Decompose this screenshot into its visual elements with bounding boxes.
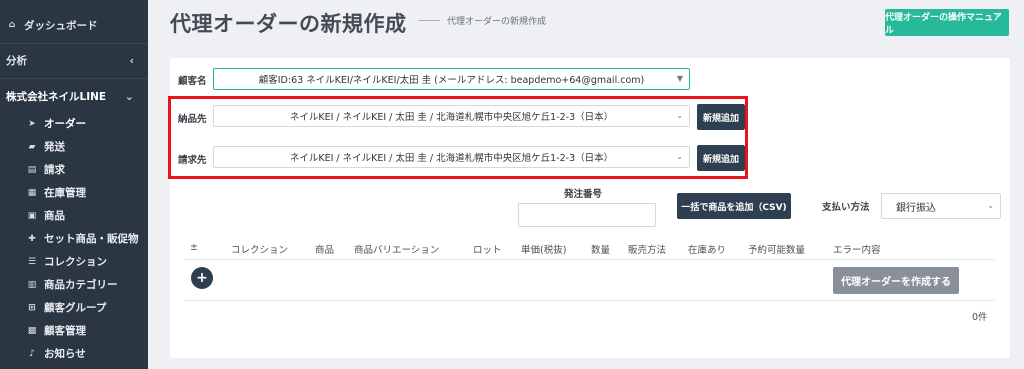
sidebar-item-label: 発送 <box>44 141 65 153</box>
page-title: 代理オーダーの新規作成 <box>170 12 407 36</box>
sidebar-item-customer[interactable]: ▩ 顧客管理 <box>0 319 148 342</box>
sidebar-item-label: お知らせ <box>44 348 86 360</box>
sidebar-item-label: 商品 <box>44 210 65 222</box>
add-row-button[interactable]: + <box>191 267 213 289</box>
column-header-lot: ロット <box>473 245 502 256</box>
sidebar-item-notice[interactable]: ♪ お知らせ <box>0 342 148 365</box>
column-header-error: エラー内容 <box>833 245 881 256</box>
sidebar-item-label: セット商品・販促物 <box>44 233 139 245</box>
sidebar-item-label: 顧客管理 <box>44 325 86 337</box>
sidebar-divider <box>0 43 148 44</box>
order-number-input[interactable] <box>518 203 656 227</box>
home-icon: ⌂ <box>8 20 16 30</box>
sidebar-group-company[interactable]: 株式会社ネイルLINE ⌄ <box>0 81 148 111</box>
column-header-variation: 商品バリエーション <box>354 245 440 256</box>
gift-icon: ✚ <box>28 233 36 244</box>
column-header-sort[interactable]: ± <box>190 242 198 253</box>
sitemap-icon: ⊞ <box>28 302 36 313</box>
sidebar-item-invoice[interactable]: ▤ 請求 <box>0 158 148 181</box>
plus-icon: + <box>196 270 208 286</box>
create-order-button[interactable]: 代理オーダーを作成する <box>833 267 959 294</box>
sidebar-item-products[interactable]: ▣ 商品 <box>0 204 148 227</box>
highlight-box <box>168 96 748 179</box>
list-icon: ☰ <box>27 256 37 267</box>
customer-select-value: 顧客ID:63 ネイルKEI/ネイルKEI/太田 圭 (メールアドレス: bea… <box>258 75 645 86</box>
sidebar: ⌂ ダッシュボード 分析 ‹ 株式会社ネイルLINE ⌄ ➤ オーダー ▰ 発送… <box>0 0 148 369</box>
payment-method-value: 銀行振込 <box>896 202 936 214</box>
table-divider <box>185 259 995 260</box>
sidebar-group-label: 株式会社ネイルLINE <box>6 90 107 103</box>
column-header-collection: コレクション <box>231 245 289 256</box>
order-number-label: 発注番号 <box>564 189 603 200</box>
sidebar-item-shipping[interactable]: ▰ 発送 <box>0 135 148 158</box>
sidebar-item-dashboard[interactable]: ⌂ ダッシュボード <box>0 12 148 38</box>
truck-icon: ▰ <box>28 141 36 152</box>
column-header-sales-method: 販売方法 <box>628 245 667 256</box>
sidebar-item-order[interactable]: ➤ オーダー <box>0 112 148 135</box>
manual-button[interactable]: 代理オーダーの操作マニュアル <box>885 9 1009 36</box>
table-divider <box>185 300 995 301</box>
grid-icon: ▥ <box>27 279 37 290</box>
sidebar-item-set-products[interactable]: ✚ セット商品・販促物 <box>0 227 148 250</box>
chevron-down-icon: ▼ <box>676 74 683 83</box>
column-header-unit-price: 単価(税抜) <box>521 245 567 256</box>
sidebar-item-label: ダッシュボード <box>24 19 98 32</box>
record-count: 0件 <box>972 312 988 323</box>
sidebar-item-customer-group[interactable]: ⊞ 顧客グループ <box>0 296 148 319</box>
payment-method-select[interactable]: 銀行振込 ⌄ <box>881 193 1001 219</box>
column-header-reservable: 予約可能数量 <box>748 245 806 256</box>
bell-icon: ♪ <box>29 348 35 359</box>
contact-icon: ▩ <box>27 325 37 336</box>
sidebar-item-label: 商品カテゴリー <box>44 279 118 291</box>
sidebar-item-label: 分析 <box>6 54 27 67</box>
table-icon: ▦ <box>27 187 37 198</box>
column-header-in-stock: 在庫あり <box>688 245 727 256</box>
chevron-left-icon: ‹ <box>129 53 134 67</box>
sidebar-item-label: 在庫管理 <box>44 187 86 199</box>
page-subtitle: 代理オーダーの新規作成 <box>447 17 547 27</box>
document-icon: ▤ <box>27 164 37 175</box>
sidebar-item-label: コレクション <box>44 256 107 268</box>
payment-method-label: 支払い方法 <box>822 202 870 213</box>
column-header-quantity: 数量 <box>591 245 611 256</box>
customer-select[interactable]: 顧客ID:63 ネイルKEI/ネイルKEI/太田 圭 (メールアドレス: bea… <box>213 68 690 90</box>
chevron-down-icon: ⌄ <box>124 89 134 103</box>
sidebar-item-label: 顧客グループ <box>44 302 107 314</box>
sidebar-item-inventory[interactable]: ▦ 在庫管理 <box>0 181 148 204</box>
customer-label: 顧客名 <box>178 76 207 87</box>
sidebar-item-collection[interactable]: ☰ コレクション <box>0 250 148 273</box>
title-separator <box>418 20 440 21</box>
chevron-down-icon: ⌄ <box>987 201 994 210</box>
sidebar-item-label: 請求 <box>44 164 65 176</box>
csv-import-button[interactable]: 一括で商品を追加（CSV) <box>677 193 791 219</box>
paper-plane-icon: ➤ <box>28 118 36 129</box>
sidebar-item-analysis[interactable]: 分析 ‹ <box>0 47 148 73</box>
sidebar-item-category[interactable]: ▥ 商品カテゴリー <box>0 273 148 296</box>
column-header-product: 商品 <box>315 245 335 256</box>
bag-icon: ▣ <box>27 210 37 221</box>
sidebar-item-label: オーダー <box>44 118 86 130</box>
sidebar-divider <box>0 78 148 79</box>
